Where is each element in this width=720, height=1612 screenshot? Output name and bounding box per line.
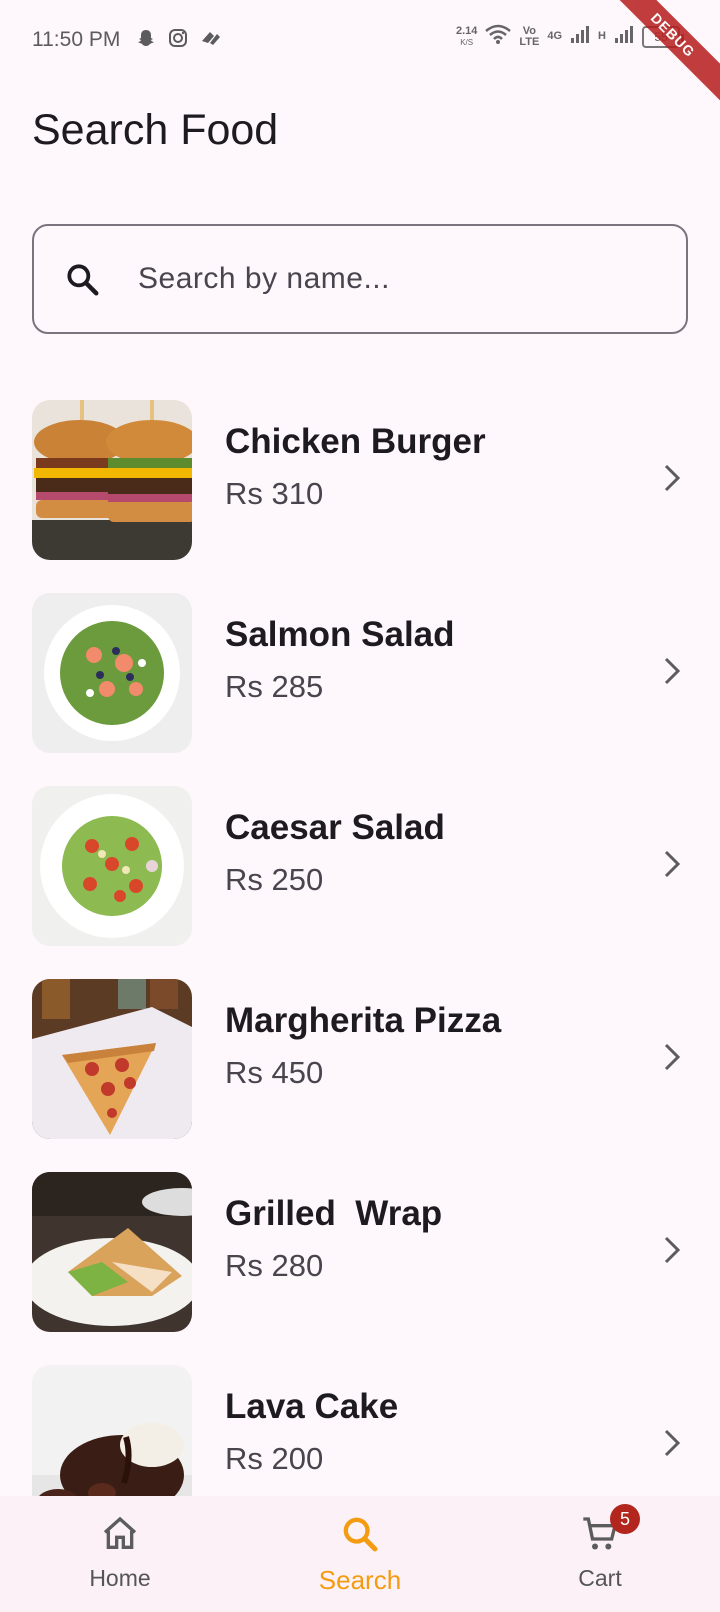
home-icon: [100, 1514, 140, 1559]
instagram-icon: [168, 28, 188, 53]
wifi-icon: [485, 24, 512, 49]
food-image-burger: [32, 400, 192, 560]
nav-home[interactable]: Home: [0, 1496, 240, 1612]
food-image-caesar-salad: [32, 786, 192, 946]
notification-icons: [136, 28, 222, 53]
food-item-caesar-salad[interactable]: Caesar Salad Rs 250: [0, 786, 720, 979]
food-name: Margherita Pizza: [225, 1001, 502, 1040]
cart-count-badge: 5: [610, 1504, 640, 1534]
bottom-navigation: Home Search 5 Cart: [0, 1496, 720, 1612]
search-input[interactable]: [138, 262, 638, 296]
food-item-salmon-salad[interactable]: Salmon Salad Rs 285: [0, 593, 720, 786]
food-name: Chicken Burger: [225, 422, 486, 461]
network-h-label: H: [598, 30, 606, 42]
food-image-salmon-salad: [32, 593, 192, 753]
food-image-pizza: [32, 979, 192, 1139]
food-name: Grilled Wrap: [225, 1194, 443, 1233]
snapchat-icon: [136, 28, 156, 53]
nav-cart[interactable]: 5 Cart: [480, 1496, 720, 1612]
search-icon: [340, 1514, 380, 1559]
network-4g-label: 4G: [547, 30, 563, 42]
chevron-right-icon: [660, 1232, 684, 1268]
nav-search-label: Search: [318, 1565, 402, 1595]
nav-cart-label: Cart: [578, 1565, 622, 1591]
food-name: Caesar Salad: [225, 808, 445, 847]
chevron-right-icon: [660, 653, 684, 689]
chevron-right-icon: [660, 1425, 684, 1461]
status-bar: 11:50 PM 2.14 K/S Vo LTE 4G H 55: [0, 0, 720, 105]
network-speed: 2.14 K/S: [455, 24, 478, 48]
food-price: Rs 250: [225, 862, 324, 897]
food-name: Salmon Salad: [225, 615, 455, 654]
food-list: Chicken Burger Rs 310 Salmon Salad Rs 28…: [0, 400, 720, 1558]
food-item-chicken-burger[interactable]: Chicken Burger Rs 310: [0, 400, 720, 593]
food-price: Rs 450: [225, 1055, 324, 1090]
food-image-wrap: [32, 1172, 192, 1332]
food-item-grilled-wrap[interactable]: Grilled Wrap Rs 280: [0, 1172, 720, 1365]
chevron-right-icon: [660, 460, 684, 496]
page-title: Search Food: [32, 106, 279, 154]
status-time: 11:50 PM: [32, 28, 121, 51]
volte-label: Vo LTE: [519, 24, 540, 48]
food-price: Rs 280: [225, 1248, 324, 1283]
search-field[interactable]: [32, 224, 688, 334]
food-price: Rs 285: [225, 669, 324, 704]
volte-bottom: LTE: [519, 35, 540, 48]
app-notification-icon: [200, 29, 222, 52]
food-price: Rs 200: [225, 1441, 324, 1476]
chevron-right-icon: [660, 1039, 684, 1075]
volte-top: Vo: [522, 24, 536, 37]
food-price: Rs 310: [225, 476, 324, 511]
speed-value: 2.14: [455, 24, 478, 37]
signal-icon: [570, 24, 590, 49]
speed-unit: K/S: [460, 37, 474, 47]
nav-search[interactable]: Search: [240, 1496, 480, 1612]
debug-banner: DEBUG: [603, 0, 720, 105]
signal-icon-2: [614, 24, 634, 49]
search-icon: [62, 259, 102, 299]
food-item-margherita-pizza[interactable]: Margherita Pizza Rs 450: [0, 979, 720, 1172]
food-name: Lava Cake: [225, 1387, 399, 1426]
nav-home-label: Home: [89, 1565, 151, 1591]
chevron-right-icon: [660, 846, 684, 882]
